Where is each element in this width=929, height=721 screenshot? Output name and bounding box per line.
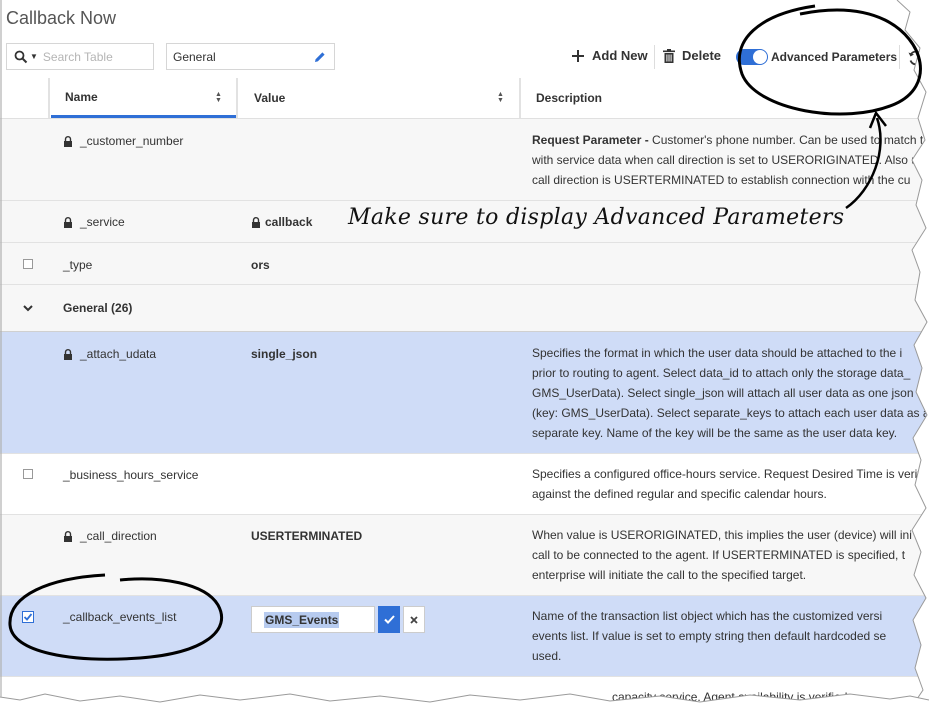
- callback-now-page: Callback Now ▼ Search Table General Add …: [0, 0, 929, 721]
- delete-label: Delete: [682, 48, 722, 63]
- param-description: Name of the transaction list object whic…: [532, 609, 887, 663]
- trash-icon: [663, 48, 675, 63]
- group-row-general[interactable]: General (26): [0, 285, 929, 332]
- param-value: single_json: [251, 347, 318, 361]
- cancel-edit-button[interactable]: [403, 606, 425, 633]
- column-header-name[interactable]: Name ▲ ▼: [51, 78, 236, 118]
- page-title: Callback Now: [6, 8, 117, 28]
- pencil-icon[interactable]: [314, 51, 326, 63]
- table-row[interactable]: _customer_number Request Parameter - Cus…: [0, 119, 929, 201]
- table-header: Name ▲ ▼ Value ▲ ▼ Description: [0, 78, 929, 119]
- param-description: Request Parameter - Customer's phone num…: [532, 133, 924, 187]
- param-name: _type: [63, 258, 93, 272]
- search-icon: [14, 50, 28, 63]
- column-divider[interactable]: [48, 78, 50, 118]
- param-description: capacity service. Agent availability is …: [612, 690, 858, 704]
- annotation-note: Make sure to display Advanced Parameters: [348, 205, 845, 230]
- param-name: _customer_number: [80, 134, 184, 148]
- param-value: USERTERMINATED: [251, 529, 363, 543]
- value-edit-text: GMS_Events: [264, 611, 340, 628]
- lock-icon: [64, 216, 72, 228]
- param-name: _callback_events_list: [63, 610, 177, 624]
- plus-icon: [572, 49, 584, 62]
- group-filter-field[interactable]: General: [166, 43, 335, 70]
- sort-icon[interactable]: ▲ ▼: [215, 91, 222, 104]
- add-new-button[interactable]: Add New: [571, 48, 648, 63]
- table-row[interactable]: _call_direction USERTERMINATED When valu…: [0, 515, 929, 596]
- table-row[interactable]: _attach_udata single_json Specifies the …: [0, 332, 929, 454]
- param-name: _attach_udata: [80, 347, 157, 361]
- column-divider[interactable]: [519, 78, 521, 118]
- row-checkbox-checked[interactable]: [22, 611, 34, 623]
- toolbar-divider: [654, 45, 655, 69]
- close-icon: [410, 615, 418, 624]
- advanced-parameters-label: Advanced Parameters: [771, 50, 898, 64]
- table-row[interactable]: _callback_events_list GMS_Events Name of…: [0, 596, 929, 677]
- param-name: _business_hours_service: [63, 468, 199, 482]
- table-row[interactable]: capacity service. Agent availability is …: [0, 677, 929, 721]
- param-description: Specifies the format in which the user d…: [532, 346, 929, 440]
- lock-icon: [64, 530, 72, 542]
- lock-icon: [252, 216, 260, 228]
- advanced-parameters-toggle[interactable]: Advanced Parameters: [736, 49, 897, 65]
- column-divider[interactable]: [236, 78, 238, 118]
- add-new-label: Add New: [592, 48, 648, 63]
- chevron-down-icon[interactable]: ▼: [30, 52, 38, 61]
- delete-button[interactable]: Delete: [663, 48, 721, 63]
- table-row[interactable]: _business_hours_service Specifies a conf…: [0, 454, 929, 515]
- column-header-value-label: Value: [254, 91, 286, 105]
- param-name: _service: [80, 215, 125, 229]
- table-row[interactable]: _type ors: [0, 243, 929, 285]
- lock-icon: [64, 348, 72, 360]
- param-description: Specifies a configured office-hours serv…: [532, 467, 921, 501]
- column-header-name-label: Name: [65, 89, 98, 104]
- toolbar-divider: [899, 45, 900, 69]
- column-header-value[interactable]: Value ▲ ▼: [239, 78, 519, 118]
- search-placeholder: Search Table: [42, 49, 113, 64]
- desc-bold-label: Request Parameter -: [532, 133, 649, 147]
- column-header-description[interactable]: Description: [522, 78, 929, 118]
- refresh-icon[interactable]: [907, 49, 925, 67]
- group-label: General (26): [63, 301, 133, 315]
- check-icon: [383, 615, 395, 624]
- lock-icon: [64, 135, 72, 147]
- confirm-edit-button[interactable]: [378, 606, 400, 633]
- param-value: callback: [265, 215, 313, 229]
- param-description: When value is USERORIGINATED, this impli…: [532, 528, 912, 582]
- row-checkbox[interactable]: [23, 259, 33, 269]
- row-checkbox[interactable]: [23, 469, 33, 479]
- param-name: _call_direction: [80, 529, 157, 543]
- search-table-input[interactable]: ▼ Search Table: [6, 43, 154, 70]
- toggle-switch[interactable]: [736, 49, 768, 65]
- param-value: ors: [251, 258, 270, 272]
- column-header-description-label: Description: [536, 91, 603, 105]
- value-edit-input[interactable]: GMS_Events: [251, 606, 375, 633]
- sort-icon[interactable]: ▲ ▼: [497, 91, 504, 104]
- group-filter-value: General: [173, 49, 216, 64]
- chevron-down-icon[interactable]: [23, 305, 33, 312]
